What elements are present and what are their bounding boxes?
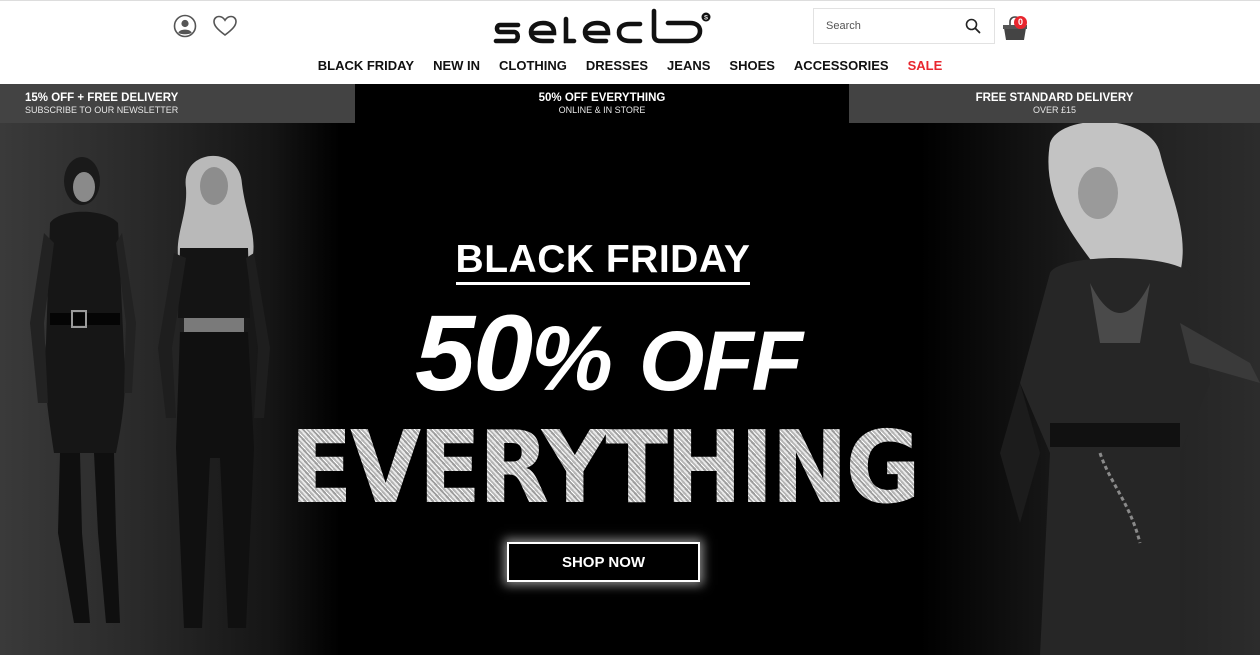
svg-text:S: S [704, 15, 708, 21]
search-input[interactable] [814, 9, 954, 43]
promo-strip: 15% OFF + FREE DELIVERY SUBSCRIBE TO OUR… [0, 84, 1260, 123]
nav-item-dresses[interactable]: DRESSES [576, 56, 657, 78]
hero-kicker-text: BLACK FRIDAY [455, 238, 751, 285]
search-icon[interactable] [952, 9, 994, 43]
nav-item-jeans[interactable]: JEANS [658, 56, 720, 78]
promo-title: 15% OFF + FREE DELIVERY [25, 91, 179, 104]
search-box [813, 8, 995, 44]
bag-count-badge: 0 [1014, 16, 1027, 29]
hero-headline-percent: % [531, 308, 613, 410]
nav-item-shoes[interactable]: SHOES [720, 56, 785, 78]
hero-kicker: BLACK FRIDAY [0, 238, 1206, 285]
nav-item-black-friday[interactable]: BLACK FRIDAY [308, 56, 423, 78]
nav-item-clothing[interactable]: CLOTHING [490, 56, 577, 78]
promo-newsletter[interactable]: 15% OFF + FREE DELIVERY SUBSCRIBE TO OUR… [0, 84, 355, 123]
hero-headline-number: 50 [415, 292, 533, 413]
shopping-bag-button[interactable]: 0 [1001, 14, 1031, 42]
site-header: S 0 BLACK FRIDAY NEW IN CLOTHING DRESSES… [0, 0, 1260, 84]
promo-title: 50% OFF EVERYTHING [538, 91, 666, 104]
nav-item-new-in[interactable]: NEW IN [424, 56, 490, 78]
hero-glitter-text: EVERYTHING [48, 413, 1159, 523]
hero-banner[interactable]: BLACK FRIDAY 50% OFF EVERYTHING SHOP NOW [0, 123, 1260, 655]
hero-headline: 50% OFF [0, 293, 1216, 421]
promo-subtitle: ONLINE & IN STORE [558, 104, 646, 115]
promo-subtitle: SUBSCRIBE TO OUR NEWSLETTER [25, 104, 179, 115]
promo-free-delivery[interactable]: FREE STANDARD DELIVERY OVER £15 [849, 84, 1260, 123]
promo-title: FREE STANDARD DELIVERY [975, 91, 1134, 104]
promo-fifty-off[interactable]: 50% OFF EVERYTHING ONLINE & IN STORE [355, 84, 849, 123]
hero-headline-off: OFF [639, 314, 803, 408]
promo-subtitle: OVER £15 [1032, 104, 1077, 115]
heart-icon[interactable] [212, 14, 238, 38]
shop-now-button[interactable]: SHOP NOW [507, 542, 700, 582]
account-icon[interactable] [173, 14, 197, 38]
main-nav: BLACK FRIDAY NEW IN CLOTHING DRESSES JEA… [0, 56, 1260, 78]
nav-item-accessories[interactable]: ACCESSORIES [784, 56, 898, 78]
site-logo[interactable]: S [492, 5, 716, 47]
nav-item-sale[interactable]: SALE [898, 56, 952, 78]
